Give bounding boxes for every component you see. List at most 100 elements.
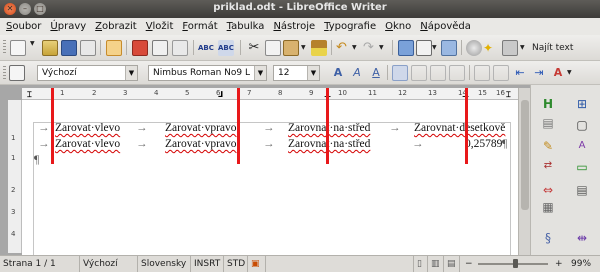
print-preview-icon[interactable] [172, 40, 188, 56]
insert-mode-indicator[interactable]: INSRT [191, 256, 224, 272]
font-name-select[interactable]: Nimbus Roman No9 L ▼ [148, 65, 267, 81]
ruler-number: 1 [11, 154, 16, 162]
sidebar-properties-icon[interactable]: H [539, 96, 557, 112]
tab-arrow: → [38, 138, 50, 150]
paragraph-style-value: Výchozí [42, 68, 77, 78]
export-pdf-icon[interactable] [132, 40, 148, 56]
menu-zobrazit[interactable]: Zobrazit [95, 21, 137, 32]
paragraph-style-select[interactable]: Výchozí ▼ [37, 65, 138, 81]
toolbar-grip[interactable] [3, 40, 6, 55]
selection-mode-indicator[interactable]: STD [224, 256, 248, 272]
italic-icon[interactable]: A [349, 65, 365, 81]
horizontal-ruler[interactable]: ⌶ 1 2 3 4 5 6 7 8 9 10 11 12 13 14 15 16… [22, 88, 518, 100]
email-icon[interactable] [80, 40, 96, 56]
redo-icon[interactable]: ↷ [363, 40, 379, 56]
right-tab-stop-icon[interactable]: ⅃ [218, 90, 223, 99]
scrollbar-thumb[interactable] [521, 100, 529, 210]
edit-mode-icon[interactable] [106, 40, 122, 56]
book-view-icon[interactable]: ▤ [444, 256, 460, 272]
autospellcheck-icon[interactable]: ABC [218, 40, 234, 56]
align-left-icon[interactable] [392, 65, 408, 81]
sidebar-navigator-icon[interactable]: ⇄ [539, 158, 557, 174]
sidebar-design-icon[interactable]: § [539, 230, 557, 246]
undo-dropdown-icon[interactable]: ▼ [352, 40, 360, 56]
gallery-icon[interactable]: ✦ [483, 40, 499, 56]
styles-icon[interactable] [9, 65, 25, 81]
bold-icon[interactable]: A [330, 65, 346, 81]
language-indicator[interactable]: Slovensky [138, 256, 191, 272]
menu-upravy[interactable]: Úpravy [50, 21, 86, 32]
table-icon[interactable] [416, 40, 432, 56]
sidebar-fontwork-icon[interactable]: ⊞ [573, 96, 591, 112]
menu-okno[interactable]: Okno [385, 21, 411, 32]
redo-dropdown-icon[interactable]: ▼ [379, 40, 387, 56]
toolbar-grip[interactable] [3, 66, 6, 81]
menu-tabulka[interactable]: Tabulka [227, 21, 265, 32]
save-icon[interactable] [61, 40, 77, 56]
chevron-down-icon[interactable]: ▼ [254, 66, 266, 80]
justify-icon[interactable] [449, 65, 465, 81]
new-document-icon[interactable] [10, 40, 26, 56]
right-indent-marker-icon[interactable]: ⌶ [506, 90, 511, 100]
font-color-dropdown-icon[interactable]: ▼ [567, 65, 575, 81]
sidebar-functions-icon[interactable]: ⇔ [539, 182, 557, 198]
align-center-icon[interactable] [411, 65, 427, 81]
cut-icon[interactable]: ✂ [246, 40, 262, 56]
sidebar-layout-icon[interactable]: ▤ [573, 182, 591, 198]
zoom-in-icon[interactable]: + [552, 256, 566, 272]
navigator-icon[interactable] [466, 40, 482, 56]
table-dropdown-icon[interactable]: ▼ [432, 40, 440, 56]
menu-typografie[interactable]: Typografie [324, 21, 376, 32]
ruler-number: 8 [278, 89, 283, 97]
separator [392, 40, 393, 55]
font-color-icon[interactable]: A [550, 65, 566, 81]
page-indicator[interactable]: Strana 1 / 1 [0, 256, 80, 272]
menu-vlozit[interactable]: Vložit [146, 21, 174, 32]
menu-nastroje[interactable]: Nástroje [273, 21, 315, 32]
tab-marker-left [51, 88, 54, 164]
zoom-out-icon[interactable]: − [462, 256, 476, 272]
find-text-label[interactable]: Najít text [532, 43, 600, 59]
indent-marker-icon[interactable]: ⌶ [27, 90, 32, 100]
sidebar-manage-changes-icon[interactable]: ▦ [539, 199, 557, 215]
sidebar-shapes-icon[interactable]: ⇹ [573, 230, 591, 246]
find-dropdown-icon[interactable]: ▼ [520, 40, 528, 56]
sidebar-abc-icon[interactable]: A [573, 138, 591, 154]
sidebar-grid-icon[interactable]: ▢ [573, 117, 591, 133]
menu-soubor[interactable]: Soubor [6, 21, 41, 32]
zoom-slider-knob[interactable] [513, 259, 518, 268]
zoom-percentage[interactable]: 99% [568, 256, 600, 272]
page-style-indicator[interactable]: Výchozí [80, 256, 138, 272]
menu-napoveda[interactable]: Nápověda [420, 21, 471, 32]
undo-icon[interactable]: ↶ [336, 40, 352, 56]
vertical-scrollbar[interactable] [518, 88, 530, 255]
paste-dropdown-icon[interactable]: ▼ [301, 40, 309, 56]
decrease-indent-icon[interactable]: ⇤ [512, 65, 528, 81]
chevron-down-icon[interactable]: ▼ [307, 66, 319, 80]
menu-format[interactable]: Formát [182, 21, 217, 32]
bullets-icon[interactable] [493, 65, 509, 81]
hyperlink-icon[interactable] [398, 40, 414, 56]
copy-icon[interactable] [265, 40, 281, 56]
spellcheck-icon[interactable]: ABC [198, 40, 214, 56]
print-icon[interactable] [152, 40, 168, 56]
numbering-icon[interactable] [474, 65, 490, 81]
vertical-ruler[interactable]: 1 1 2 3 4 [8, 100, 22, 253]
sidebar-toggle-icon[interactable]: ▭ [573, 159, 591, 175]
increase-indent-icon[interactable]: ⇥ [531, 65, 547, 81]
paste-icon[interactable] [283, 40, 299, 56]
chevron-down-icon[interactable]: ▼ [125, 66, 137, 80]
document-page[interactable]: → Zarovat·vlevo → Zarovat·vpravo → Zarov… [22, 88, 518, 260]
align-right-icon[interactable] [430, 65, 446, 81]
data-sources-icon[interactable] [502, 40, 518, 56]
new-dropdown-icon[interactable]: ▼ [30, 40, 38, 56]
single-page-view-icon[interactable]: ▯ [414, 256, 428, 272]
sidebar-gallery-icon[interactable]: ✎ [539, 138, 557, 154]
font-size-select[interactable]: 12 ▼ [273, 65, 320, 81]
sidebar-styles-icon[interactable]: ▤ [539, 115, 557, 131]
draw-functions-icon[interactable] [441, 40, 457, 56]
underline-icon[interactable]: A [368, 65, 384, 81]
open-folder-icon[interactable] [42, 40, 58, 56]
multi-page-view-icon[interactable]: ▥ [428, 256, 444, 272]
clone-formatting-icon[interactable] [311, 40, 327, 56]
